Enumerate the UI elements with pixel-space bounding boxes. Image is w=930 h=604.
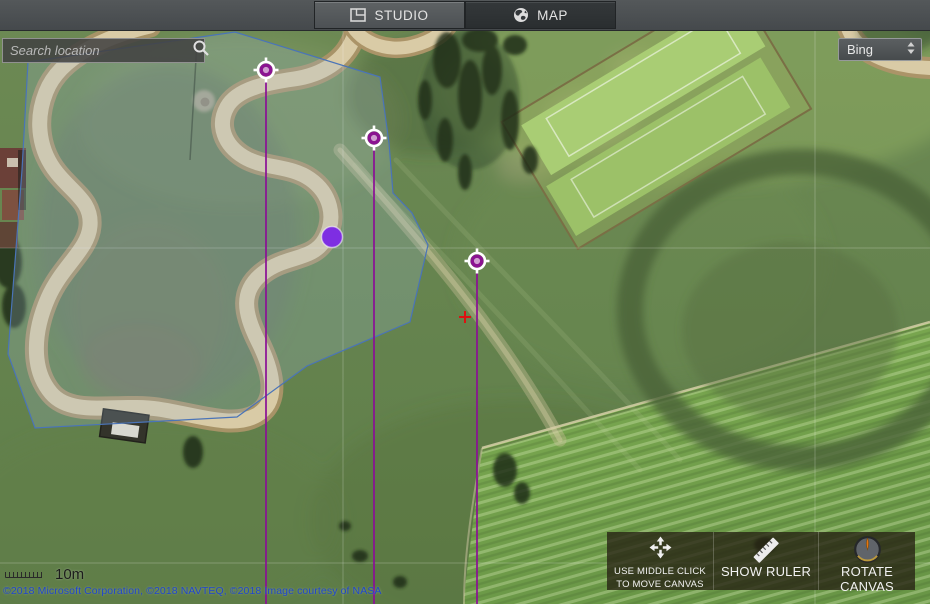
show-ruler-button[interactable]: SHOW RULER xyxy=(713,532,818,590)
canvas-toolbar: USE MIDDLE CLICK TO MOVE CANVAS xyxy=(607,532,915,590)
globe-icon xyxy=(513,7,529,23)
tab-map-label: MAP xyxy=(537,8,568,23)
ruler-icon xyxy=(752,536,780,563)
map-scale: 10m xyxy=(5,566,84,583)
move-canvas-hint: USE MIDDLE CLICK TO MOVE CANVAS xyxy=(607,532,713,590)
top-tab-bar: STUDIO MAP xyxy=(0,0,930,31)
tab-studio-label: STUDIO xyxy=(374,8,428,23)
search-box xyxy=(2,38,205,63)
rotate-canvas-label: ROTATE CANVAS xyxy=(819,564,915,594)
map-provider-select[interactable]: Bing xyxy=(838,38,922,61)
map-attribution: ©2018 Microsoft Corporation, ©2018 NAVTE… xyxy=(3,585,382,597)
tab-studio[interactable]: STUDIO xyxy=(314,1,465,29)
move-hint-line1: USE MIDDLE CLICK xyxy=(614,566,706,577)
rotate-dial-icon xyxy=(852,536,883,563)
selected-point[interactable] xyxy=(322,227,343,248)
search-icon[interactable] xyxy=(192,39,210,62)
move-icon xyxy=(649,536,672,564)
rotate-canvas-button[interactable]: ROTATE CANVAS xyxy=(818,532,915,590)
select-spinner-icon xyxy=(907,42,915,57)
studio-icon xyxy=(350,8,366,22)
scale-label: 10m xyxy=(55,566,84,583)
move-hint-line2: TO MOVE CANVAS xyxy=(616,579,703,590)
show-ruler-label: SHOW RULER xyxy=(721,564,811,579)
map-provider-value: Bing xyxy=(839,42,907,57)
scale-ticks-icon xyxy=(5,566,45,583)
tab-map[interactable]: MAP xyxy=(465,1,616,29)
satellite-map[interactable] xyxy=(0,0,930,604)
search-input[interactable] xyxy=(3,39,192,62)
map-editor-window: STUDIO MAP Bing xyxy=(0,0,930,604)
